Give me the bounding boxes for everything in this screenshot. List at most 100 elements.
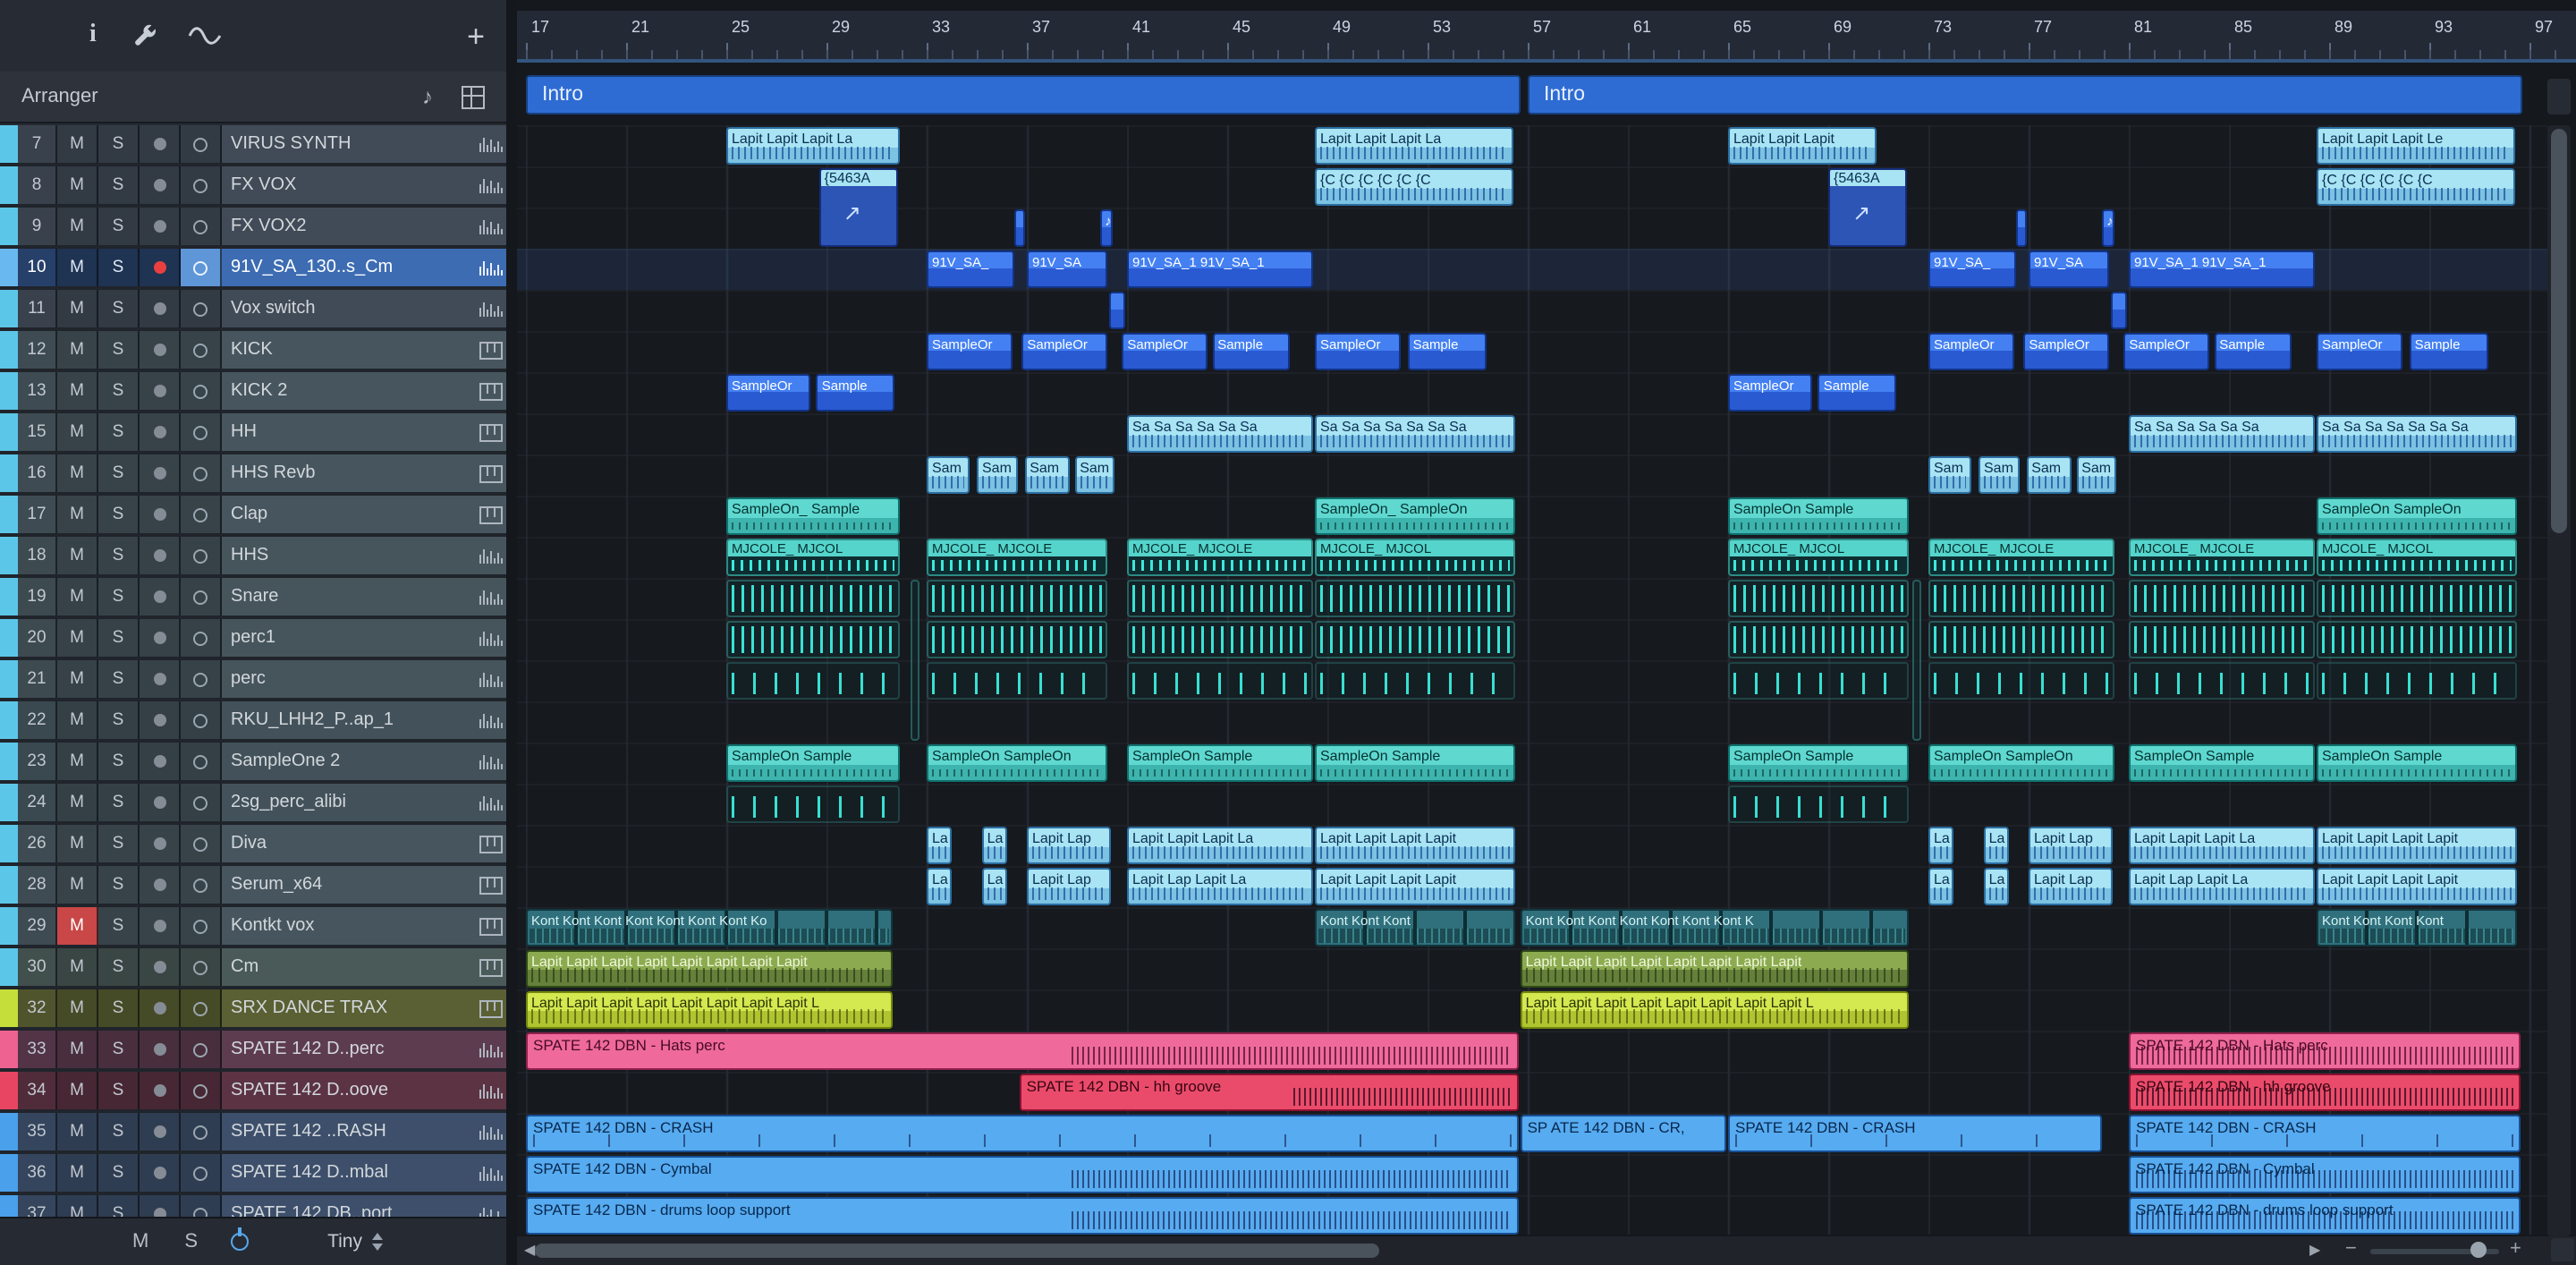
clip[interactable]: MJCOLE_ MJCOLE [2129, 539, 2315, 576]
monitor-button[interactable] [181, 166, 222, 204]
mute-button[interactable]: M [57, 125, 98, 163]
clip[interactable] [2317, 580, 2518, 617]
clip[interactable]: Sa Sa Sa Sa Sa Sa Sa [2317, 415, 2518, 453]
clip[interactable]: Kont Kont Kont [1315, 909, 1516, 947]
track-name[interactable]: Clap [222, 496, 476, 533]
solo-button[interactable]: S [98, 578, 140, 616]
mute-button[interactable]: M [57, 743, 98, 780]
track-name[interactable]: Vox switch [222, 290, 476, 327]
solo-button[interactable]: S [98, 496, 140, 533]
clip[interactable]: Lapit Lap Lapit La [2129, 868, 2315, 905]
clip[interactable]: SampleOr [1315, 333, 1401, 370]
record-arm-button[interactable] [140, 125, 181, 163]
clip[interactable] [2016, 209, 2027, 247]
clip[interactable]: SampleOn Sample [2317, 744, 2518, 782]
clip[interactable] [2129, 580, 2315, 617]
clip[interactable] [2111, 292, 2127, 329]
monitor-button[interactable] [181, 1072, 222, 1109]
mute-button[interactable]: M [57, 578, 98, 616]
track-row[interactable]: 33 M S SPATE 142 D..perc [0, 1031, 506, 1068]
track-row[interactable]: 23 M S SampleOne 2 [0, 743, 506, 780]
track-row[interactable]: 22 M S RKU_LHH2_P..ap_1 [0, 701, 506, 739]
arranger-section[interactable]: Intro [1528, 75, 2522, 115]
monitor-button[interactable] [181, 125, 222, 163]
timeline-ruler[interactable]: 17 21 25 29 33 37 41 45 49 53 57 61 65 69 73 77 81 85 89 93… [517, 11, 2576, 63]
mute-button[interactable]: M [57, 989, 98, 1027]
clip[interactable] [1928, 662, 2114, 700]
clip[interactable]: La [981, 827, 1008, 864]
clip[interactable]: SampleOn Sample [1315, 744, 1516, 782]
mute-button[interactable]: M [57, 1154, 98, 1192]
grid-icon[interactable] [462, 85, 485, 108]
clip[interactable]: 91V_SA_1 91V_SA_1 [2129, 250, 2315, 288]
track-name[interactable]: KICK [222, 331, 476, 369]
mute-button[interactable]: M [57, 1072, 98, 1109]
record-arm-button[interactable] [140, 701, 181, 739]
track-row[interactable]: 12 M S KICK [0, 331, 506, 369]
zoom-slider-thumb[interactable] [2470, 1242, 2487, 1258]
clip[interactable]: {C {C {C {C {C {C [1315, 168, 1513, 206]
clip[interactable]: La [1983, 827, 2010, 864]
record-arm-button[interactable] [140, 743, 181, 780]
clip[interactable]: SP ATE 142 DBN - CR, [1520, 1115, 1726, 1152]
track-row[interactable]: 15 M S HH [0, 413, 506, 451]
clip[interactable]: Lapit Lapit Lapit Lapit [2317, 827, 2518, 864]
vscroll-thumb[interactable] [2551, 129, 2567, 533]
clip[interactable]: MJCOLE_ MJCOL [1728, 539, 1910, 576]
clip[interactable]: SPATE 142 DBN - CRASH [2129, 1115, 2521, 1152]
clip[interactable]: ♪ [2101, 209, 2114, 247]
hscroll-thumb[interactable] [535, 1244, 1379, 1258]
clip[interactable]: SPATE 142 DBN - Cymbal [526, 1156, 1519, 1193]
record-arm-button[interactable] [140, 989, 181, 1027]
clip[interactable] [910, 580, 920, 741]
global-mute-label[interactable]: M [132, 1231, 148, 1252]
record-arm-button[interactable] [140, 1195, 181, 1218]
footer-list-icon[interactable] [463, 1233, 488, 1251]
track-name[interactable]: Kontkt vox [222, 907, 476, 945]
track-name[interactable]: SRX DANCE TRAX [222, 989, 476, 1027]
clip[interactable]: SampleOr [1928, 333, 2014, 370]
clip[interactable]: SampleOr [1728, 374, 1812, 412]
clip[interactable]: 91V_SA_ [1928, 250, 2017, 288]
track-name[interactable]: 91V_SA_130..s_Cm [222, 249, 476, 286]
track-row[interactable]: 32 M S SRX DANCE TRAX [0, 989, 506, 1027]
track-name[interactable]: FX VOX2 [222, 208, 476, 245]
monitor-button[interactable] [181, 825, 222, 862]
clip[interactable] [2129, 621, 2315, 658]
clip[interactable] [1928, 580, 2114, 617]
track-row[interactable]: 24 M S 2sg_perc_alibi [0, 784, 506, 821]
monitor-button[interactable] [181, 989, 222, 1027]
clip[interactable]: Sa Sa Sa Sa Sa Sa [2129, 415, 2315, 453]
track-row[interactable]: 34 M S SPATE 142 D..oove [0, 1072, 506, 1109]
record-arm-button[interactable] [140, 1072, 181, 1109]
track-name[interactable]: SampleOne 2 [222, 743, 476, 780]
monitor-button[interactable] [181, 948, 222, 986]
clip[interactable] [1127, 662, 1313, 700]
clip[interactable]: SampleOr [2023, 333, 2110, 370]
monitor-button[interactable] [181, 413, 222, 451]
clip[interactable]: SampleOr [927, 333, 1013, 370]
clip[interactable]: Lapit Lapit Lapit Le [2317, 127, 2515, 165]
info-icon[interactable]: i [89, 21, 97, 50]
clip[interactable]: SampleOn SampleOn [927, 744, 1108, 782]
track-name[interactable]: 2sg_perc_alibi [222, 784, 476, 821]
record-arm-button[interactable] [140, 331, 181, 369]
record-arm-button[interactable] [140, 166, 181, 204]
record-arm-button[interactable] [140, 578, 181, 616]
global-solo-label[interactable]: S [184, 1231, 198, 1252]
clip[interactable] [1014, 209, 1025, 247]
monitor-button[interactable] [181, 907, 222, 945]
clip[interactable]: SampleOn SampleOn [1928, 744, 2114, 782]
clip[interactable]: 91V_SA [1027, 250, 1108, 288]
clip[interactable]: Sa Sa Sa Sa Sa Sa Sa [1315, 415, 1516, 453]
monitor-button[interactable] [181, 290, 222, 327]
mute-button[interactable]: M [57, 413, 98, 451]
clip[interactable]: Lapit Lapit Lapit La [726, 127, 900, 165]
music-note-icon[interactable]: ♪ [422, 84, 433, 109]
zoom-out-icon[interactable]: − [2345, 1238, 2357, 1260]
monitor-button[interactable] [181, 619, 222, 657]
track-row[interactable]: 17 M S Clap [0, 496, 506, 533]
monitor-button[interactable] [181, 701, 222, 739]
solo-button[interactable]: S [98, 1154, 140, 1192]
mute-button[interactable]: M [57, 454, 98, 492]
